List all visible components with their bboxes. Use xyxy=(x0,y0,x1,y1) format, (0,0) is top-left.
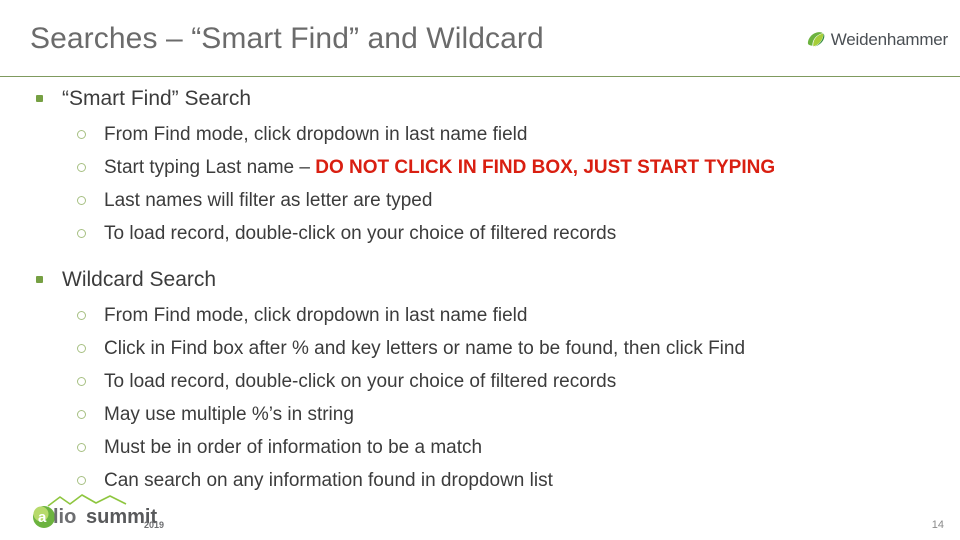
weidenhammer-logo: Weidenhammer xyxy=(805,29,948,51)
list-item: Click in Find box after % and key letter… xyxy=(0,332,960,365)
alio-summit-logo: a lio summit 2019 xyxy=(33,494,164,530)
circle-bullet-icon xyxy=(77,196,86,205)
slide-header: Searches – “Smart Find” and Wildcard Wei… xyxy=(0,0,960,77)
list-item-text: May use multiple %’s in string xyxy=(104,404,354,425)
alio-a-letter: a xyxy=(38,509,47,526)
list-item: To load record, double-click on your cho… xyxy=(0,217,960,250)
sublist-smart-find: From Find mode, click dropdown in last n… xyxy=(0,118,960,250)
summit-year: 2019 xyxy=(144,520,164,530)
circle-bullet-icon xyxy=(77,130,86,139)
list-item: From Find mode, click dropdown in last n… xyxy=(0,118,960,151)
section-heading: “Smart Find” Search xyxy=(62,87,252,110)
slide: Searches – “Smart Find” and Wildcard Wei… xyxy=(0,0,960,540)
circle-bullet-icon xyxy=(77,229,86,238)
list-item: From Find mode, click dropdown in last n… xyxy=(0,299,960,332)
circle-bullet-icon xyxy=(77,311,86,320)
circle-bullet-icon xyxy=(77,476,86,485)
slide-body: “Smart Find” Search From Find mode, clic… xyxy=(0,84,960,497)
warning-text: DO NOT CLICK IN FIND BOX, JUST START TYP… xyxy=(315,157,776,178)
circle-bullet-icon xyxy=(77,377,86,386)
list-item: Must be in order of information to be a … xyxy=(0,431,960,464)
list-item-text: Click in Find box after % and key letter… xyxy=(104,338,746,359)
page-title: Searches – “Smart Find” and Wildcard xyxy=(30,22,544,55)
mountain-outline-icon xyxy=(47,494,127,507)
section-heading: Wildcard Search xyxy=(62,268,217,291)
list-item-text: From Find mode, click dropdown in last n… xyxy=(104,124,528,145)
list-item-text: Must be in order of information to be a … xyxy=(104,437,483,458)
square-bullet-icon xyxy=(36,95,43,102)
bullet-smart-find-search: “Smart Find” Search xyxy=(0,84,960,114)
list-item: To load record, double-click on your cho… xyxy=(0,365,960,398)
bullet-wildcard-search: Wildcard Search xyxy=(0,265,960,295)
list-item-text: From Find mode, click dropdown in last n… xyxy=(104,305,528,326)
list-item-text: To load record, double-click on your cho… xyxy=(104,371,617,392)
list-item: Start typing Last name – DO NOT CLICK IN… xyxy=(0,151,960,184)
list-item-text: Start typing Last name – xyxy=(104,157,316,178)
square-bullet-icon xyxy=(36,276,43,283)
list-item-text: Last names will filter as letter are typ… xyxy=(104,190,433,211)
list-item: Last names will filter as letter are typ… xyxy=(0,184,960,217)
circle-bullet-icon xyxy=(77,410,86,419)
circle-bullet-icon xyxy=(77,163,86,172)
title-divider xyxy=(0,76,960,77)
circle-bullet-icon xyxy=(77,443,86,452)
circle-bullet-icon xyxy=(77,344,86,353)
weidenhammer-wordmark: Weidenhammer xyxy=(830,30,948,49)
sublist-wildcard: From Find mode, click dropdown in last n… xyxy=(0,299,960,497)
page-number: 14 xyxy=(931,519,944,531)
list-item-text: Can search on any information found in d… xyxy=(104,470,553,491)
list-item-text: To load record, double-click on your cho… xyxy=(104,223,617,244)
weidenhammer-leaf-icon xyxy=(807,32,825,47)
list-item: May use multiple %’s in string xyxy=(0,398,960,431)
alio-word: lio xyxy=(53,506,76,528)
